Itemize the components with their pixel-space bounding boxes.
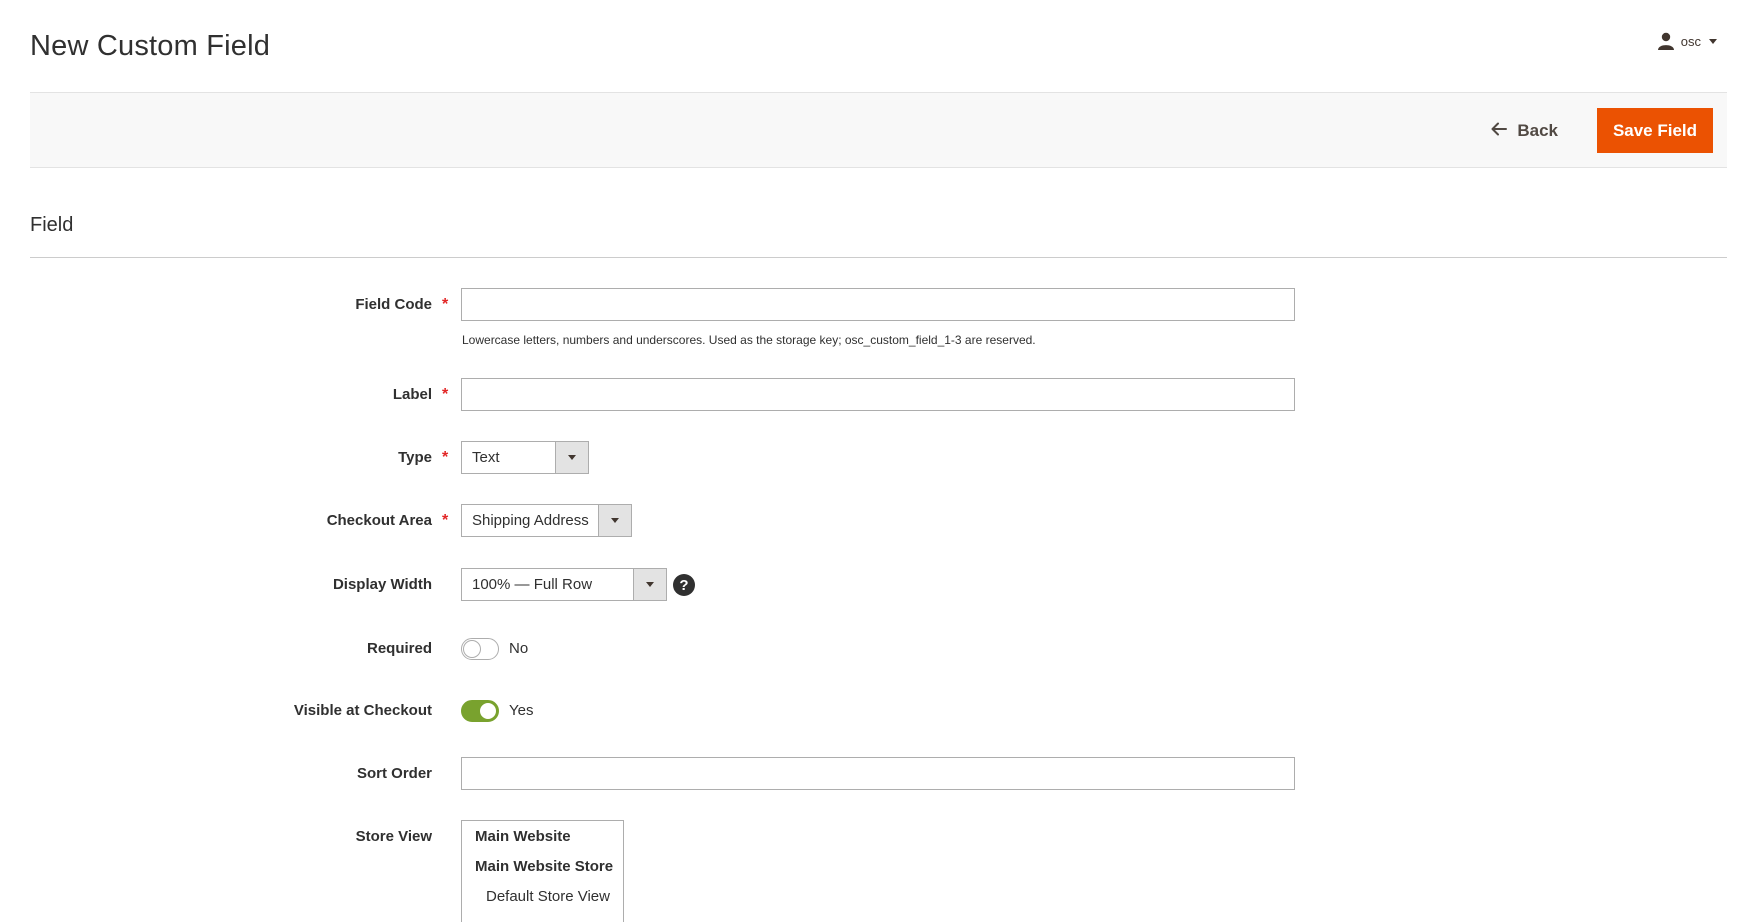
label-field-label: Label <box>392 386 432 403</box>
sort-order-label: Sort Order <box>356 765 432 782</box>
store-view-label: Store View <box>355 828 432 845</box>
store-view-multiselect[interactable]: Main Website Main Website Store Default … <box>461 820 624 922</box>
chevron-down-icon <box>1709 38 1717 44</box>
type-select-value: Text <box>472 449 500 466</box>
store-view-group-main-website-store[interactable]: Main Website Store <box>475 858 613 875</box>
required-marker: * <box>442 386 449 403</box>
field-code-hint: Lowercase letters, numbers and underscor… <box>462 333 1036 347</box>
back-button[interactable]: Back <box>1477 109 1572 153</box>
toggle-knob <box>463 640 481 658</box>
required-marker: * <box>442 296 449 313</box>
required-marker: * <box>442 449 449 466</box>
display-width-select-value: 100% — Full Row <box>472 576 593 593</box>
page: New Custom Field osc Back Save Field Fie… <box>0 0 1737 922</box>
visible-at-checkout-label: Visible at Checkout <box>293 702 432 719</box>
question-icon[interactable]: ? <box>673 574 695 596</box>
store-view-option-default[interactable]: Default Store View <box>486 888 610 905</box>
required-label: Required <box>366 640 432 657</box>
field-code-input[interactable] <box>461 288 1295 321</box>
type-label: Type <box>398 449 432 466</box>
page-header: New Custom Field osc <box>30 26 1717 66</box>
toggle-knob <box>479 702 497 720</box>
chevron-down-icon <box>633 569 666 600</box>
label-input[interactable] <box>461 378 1295 411</box>
visible-state-text: Yes <box>509 702 534 719</box>
arrow-left-icon <box>1491 121 1508 141</box>
type-select[interactable]: Text <box>461 441 589 474</box>
store-view-group-main-website: Main Website <box>475 828 571 845</box>
checkout-area-label: Checkout Area <box>326 512 432 529</box>
user-menu[interactable]: osc <box>1657 32 1717 50</box>
user-name: osc <box>1680 33 1701 49</box>
required-state-text: No <box>509 640 529 657</box>
checkout-area-select[interactable]: Shipping Address <box>461 504 632 537</box>
display-width-select[interactable]: 100% — Full Row <box>461 568 667 601</box>
required-toggle[interactable] <box>461 638 499 660</box>
sort-order-input[interactable] <box>461 757 1295 790</box>
save-field-button[interactable]: Save Field <box>1597 108 1713 153</box>
checkout-area-select-value: Shipping Address <box>472 512 589 529</box>
section-divider <box>30 257 1727 258</box>
field-code-label: Field Code <box>355 296 432 313</box>
back-button-label: Back <box>1517 121 1558 140</box>
chevron-down-icon <box>555 442 588 473</box>
display-width-label: Display Width <box>332 576 432 593</box>
page-title: New Custom Field <box>30 30 271 62</box>
required-marker: * <box>442 512 449 529</box>
user-icon <box>1657 32 1675 50</box>
chevron-down-icon <box>598 505 631 536</box>
section-title: Field <box>30 214 74 236</box>
visible-at-checkout-toggle[interactable] <box>461 700 499 722</box>
page-actions-bar: Back Save Field <box>30 92 1727 168</box>
